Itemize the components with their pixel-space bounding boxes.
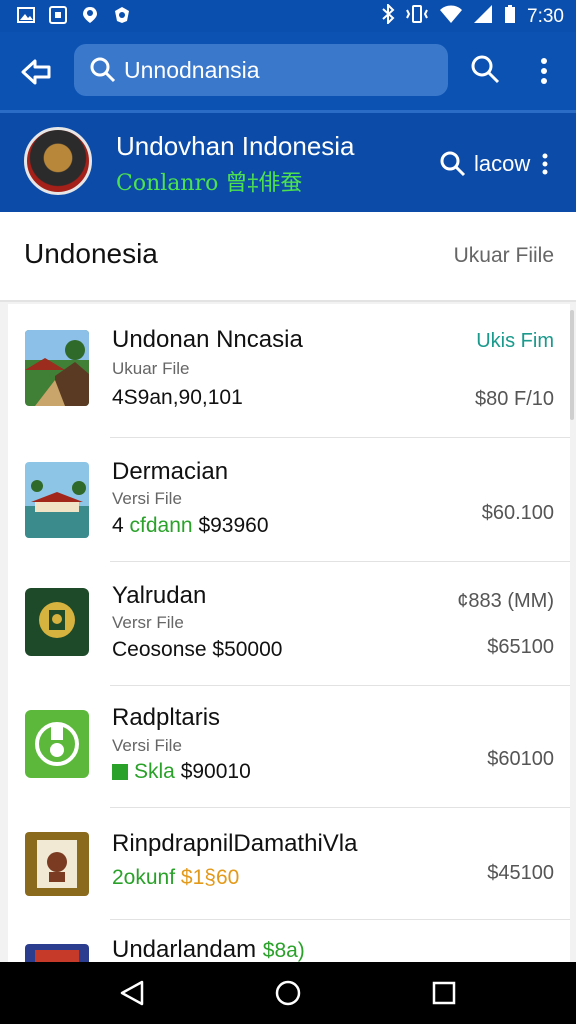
vibrate-icon xyxy=(405,4,429,29)
item-subtitle: Versi File xyxy=(112,736,182,755)
search-icon xyxy=(440,151,466,177)
header-title: Undovhan Indonesia xyxy=(116,131,355,161)
item-thumbnail xyxy=(25,462,89,538)
shield-icon xyxy=(112,5,132,25)
item-thumbnail xyxy=(25,832,89,896)
item-price: $60100 xyxy=(487,748,554,770)
item-subtitle: Versi File xyxy=(112,489,182,508)
meta-prefix: 4 xyxy=(112,514,124,537)
item-title-text: Undarlandam xyxy=(112,936,257,962)
location-icon xyxy=(80,5,100,25)
app-list[interactable]: Undonan Nncasia Ukuar File 4S9an,90,101 … xyxy=(8,304,570,962)
battery-icon xyxy=(503,4,517,29)
header-subtitle: Conlanro 曾‡俳蚕 xyxy=(116,171,303,196)
item-meta: 2okunf $1§60 xyxy=(112,866,239,890)
search-icon xyxy=(471,55,500,84)
wifi-icon xyxy=(439,4,463,29)
app-bar xyxy=(0,32,576,110)
status-time: 7:30 xyxy=(527,5,564,27)
item-subtitle: Versr File xyxy=(112,613,184,632)
item-title: Dermacian xyxy=(112,458,229,485)
item-thumbnail xyxy=(25,710,89,778)
home-icon xyxy=(275,980,301,1006)
header-action-label: lacow xyxy=(474,151,531,176)
signal-icon xyxy=(473,4,493,29)
list-item[interactable]: Dermacian Versi File 4 cfdann $93960 $60… xyxy=(8,438,570,562)
bluetooth-icon xyxy=(381,2,395,29)
image-icon xyxy=(16,5,36,25)
list-item[interactable]: RinpdrapnilDamathiVla 2okunf $1§60 $4510… xyxy=(8,808,570,920)
more-vert-icon xyxy=(541,58,547,84)
header-search-action[interactable]: lacow xyxy=(440,151,548,177)
item-size: ¢883 (MM) xyxy=(457,590,554,612)
item-price: $60.100 xyxy=(481,502,554,524)
item-price: $45100 xyxy=(487,862,554,884)
section-header: Undonesia Ukuar Fiile xyxy=(0,212,576,302)
item-thumbnail xyxy=(25,330,89,406)
search-input[interactable] xyxy=(124,56,424,84)
item-price: $65100 xyxy=(487,636,554,658)
item-thumbnail xyxy=(25,588,89,656)
search-box[interactable] xyxy=(74,44,448,96)
system-nav-bar xyxy=(0,962,576,1024)
back-button[interactable] xyxy=(18,54,54,90)
meta-highlight: cfdann xyxy=(129,514,193,537)
item-title: Yalrudan xyxy=(112,582,207,609)
item-thumbnail xyxy=(25,944,89,962)
screenshot-icon xyxy=(48,5,68,25)
item-title: Undonan Nncasia xyxy=(112,326,303,353)
more-vert-icon xyxy=(542,153,548,175)
meta-highlight: Skla xyxy=(134,760,175,783)
item-subtitle: Ukuar File xyxy=(112,359,190,378)
item-action-link[interactable]: Ukis Fim xyxy=(476,330,554,353)
search-icon xyxy=(90,57,116,83)
nav-home-button[interactable] xyxy=(274,979,302,1007)
item-title: Radpltaris xyxy=(112,704,221,731)
search-button[interactable] xyxy=(470,54,502,86)
meta-value: $93960 xyxy=(198,514,269,537)
status-bar: 7:30 xyxy=(0,0,576,32)
list-item[interactable]: Undarlandam $8a) xyxy=(8,920,570,962)
back-arrow-icon xyxy=(21,59,51,85)
cube-icon xyxy=(112,764,128,780)
more-options-button[interactable] xyxy=(532,54,556,88)
recents-icon xyxy=(432,981,456,1005)
meta-highlight: $8a) xyxy=(262,939,305,962)
item-meta: Skla $90010 xyxy=(112,760,251,784)
emblem-logo xyxy=(24,127,92,195)
back-icon xyxy=(120,980,144,1006)
meta-value: $1§60 xyxy=(180,866,240,889)
item-meta: 4 cfdann $93960 xyxy=(112,514,269,538)
section-title: Undonesia xyxy=(24,238,158,269)
list-item[interactable]: Undonan Nncasia Ukuar File 4S9an,90,101 … xyxy=(8,304,570,438)
item-meta: 4S9an,90,101 xyxy=(112,386,243,409)
item-price: $80 F/10 xyxy=(475,388,554,410)
list-item[interactable]: Radpltaris Versi File Skla $90010 $60100 xyxy=(8,686,570,808)
section-link[interactable]: Ukuar Fiile xyxy=(454,244,554,268)
profile-header: Undovhan Indonesia Conlanro 曾‡俳蚕 lacow xyxy=(0,110,576,212)
meta-value: $90010 xyxy=(180,760,251,783)
item-title: RinpdrapnilDamathiVla xyxy=(112,830,358,857)
nav-recents-button[interactable] xyxy=(430,979,458,1007)
item-meta: Ceosonse $50000 xyxy=(112,638,283,661)
scrollbar-thumb[interactable] xyxy=(570,310,574,420)
item-title: Undarlandam $8a) xyxy=(112,936,305,962)
nav-back-button[interactable] xyxy=(118,979,146,1007)
meta-highlight: 2okunf xyxy=(112,866,176,889)
list-item[interactable]: Yalrudan Versr File Ceosonse $50000 ¢883… xyxy=(8,562,570,686)
